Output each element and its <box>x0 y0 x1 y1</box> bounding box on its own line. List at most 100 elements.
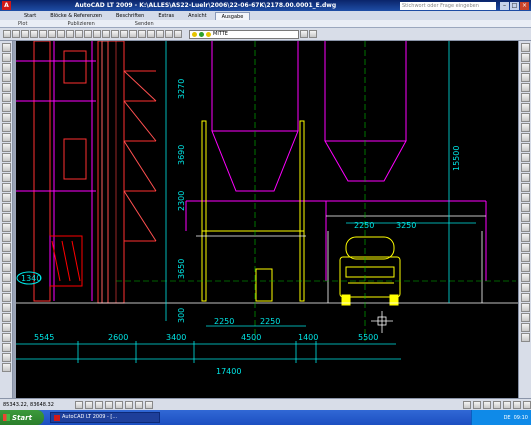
dimension-linear-icon[interactable] <box>520 43 530 52</box>
tab-ansicht[interactable]: Ansicht <box>182 12 212 20</box>
dimension-edit-icon[interactable] <box>520 213 530 222</box>
jogged-linear-icon[interactable] <box>520 203 530 212</box>
ellipse-arc-icon[interactable] <box>1 143 11 152</box>
tab-beschriften[interactable]: Beschriften <box>110 12 150 20</box>
erase-icon[interactable] <box>1 233 11 242</box>
dimension-jogged-icon[interactable] <box>520 93 530 102</box>
layer-previous-icon[interactable] <box>300 30 308 38</box>
gradient-icon[interactable] <box>1 193 11 202</box>
drawing-canvas[interactable]: 1340 5545 2600 3400 4500 1400 5500 2250 … <box>16 41 518 398</box>
zoom-in-icon[interactable] <box>520 253 530 262</box>
zoom-window-icon[interactable] <box>120 30 128 38</box>
pan-icon[interactable] <box>102 30 110 38</box>
lineweight-toggle-icon[interactable] <box>145 400 153 409</box>
stretch-icon[interactable] <box>1 313 11 322</box>
dimension-diameter-icon[interactable] <box>520 103 530 112</box>
tolerance-icon[interactable] <box>520 173 530 182</box>
dimension-aligned-icon[interactable] <box>520 53 530 62</box>
close-icon[interactable]: × <box>520 1 529 10</box>
ortho-toggle-icon[interactable] <box>95 400 103 409</box>
pan-status-icon[interactable] <box>473 400 481 409</box>
maximize-icon[interactable]: □ <box>510 1 519 10</box>
rectangle-icon[interactable] <box>1 83 11 92</box>
tab-ausgabe[interactable]: Ausgabe <box>214 11 251 20</box>
redo-icon[interactable] <box>93 30 101 38</box>
dimension-break-icon[interactable] <box>520 163 530 172</box>
center-mark-icon[interactable] <box>520 183 530 192</box>
taskbar-autocad-button[interactable]: AutoCAD LT 2009 - [... <box>50 412 160 423</box>
zoom-realtime-icon[interactable] <box>111 30 119 38</box>
zoom-previous-icon[interactable] <box>129 30 137 38</box>
clock[interactable]: 09:10 <box>514 415 528 421</box>
rotate-icon[interactable] <box>1 293 11 302</box>
snap-toggle-icon[interactable] <box>75 400 83 409</box>
copy-object-icon[interactable] <box>1 243 11 252</box>
point-icon[interactable] <box>1 173 11 182</box>
extend-icon[interactable] <box>1 333 11 342</box>
annotation-scale-icon[interactable] <box>493 400 501 409</box>
multiline-text-icon[interactable] <box>1 223 11 232</box>
break-icon[interactable] <box>1 343 11 352</box>
preview-icon[interactable] <box>39 30 47 38</box>
zoom-out-icon[interactable] <box>520 263 530 272</box>
revision-cloud-icon[interactable] <box>1 113 11 122</box>
text-style-icon[interactable] <box>520 333 530 342</box>
match-properties-icon[interactable] <box>75 30 83 38</box>
offset-icon[interactable] <box>1 263 11 272</box>
arc-icon[interactable] <box>1 93 11 102</box>
model-layout-icon[interactable] <box>463 400 471 409</box>
continue-dimension-icon[interactable] <box>520 143 530 152</box>
array-icon[interactable] <box>1 273 11 282</box>
move-icon[interactable] <box>1 283 11 292</box>
panel-plot[interactable]: Plot <box>18 21 27 27</box>
quick-dimension-icon[interactable] <box>520 123 530 132</box>
zoom-extents-icon[interactable] <box>520 243 530 252</box>
design-center-icon[interactable] <box>147 30 155 38</box>
trim-icon[interactable] <box>1 323 11 332</box>
dimension-radius-icon[interactable] <box>520 83 530 92</box>
zoom-all-icon[interactable] <box>520 273 530 282</box>
paste-icon[interactable] <box>66 30 74 38</box>
scale-icon[interactable] <box>1 303 11 312</box>
autocad-logo-icon[interactable]: A <box>2 1 11 10</box>
dimension-angular-icon[interactable] <box>520 113 530 122</box>
make-current-icon[interactable] <box>309 30 317 38</box>
start-button[interactable]: Start <box>0 410 44 425</box>
help-search-input[interactable]: Stichwort oder Frage eingeben <box>400 1 496 10</box>
fillet-icon[interactable] <box>1 353 11 362</box>
layer-manager-icon[interactable] <box>174 30 182 38</box>
dimension-update-icon[interactable] <box>520 233 530 242</box>
open-file-icon[interactable] <box>12 30 20 38</box>
lock-icon[interactable] <box>513 400 521 409</box>
inspection-icon[interactable] <box>520 193 530 202</box>
zoom-status-icon[interactable] <box>483 400 491 409</box>
tool-palettes-icon[interactable] <box>156 30 164 38</box>
hatch-icon[interactable] <box>1 183 11 192</box>
zoom-center-icon[interactable] <box>520 293 530 302</box>
explode-icon[interactable] <box>1 363 11 372</box>
minimize-icon[interactable]: – <box>500 1 509 10</box>
region-icon[interactable] <box>1 203 11 212</box>
zoom-object-icon[interactable] <box>520 283 530 292</box>
zoom-scale-icon[interactable] <box>520 313 530 322</box>
tab-start[interactable]: Start <box>18 12 42 20</box>
osnap-toggle-icon[interactable] <box>115 400 123 409</box>
panel-publizieren[interactable]: Publizieren <box>67 21 94 27</box>
make-block-icon[interactable] <box>1 163 11 172</box>
cut-icon[interactable] <box>48 30 56 38</box>
measure-icon[interactable] <box>520 323 530 332</box>
new-file-icon[interactable] <box>3 30 11 38</box>
undo-icon[interactable] <box>84 30 92 38</box>
dimension-ordinate-icon[interactable] <box>520 73 530 82</box>
workspace-icon[interactable] <box>503 400 511 409</box>
dyn-toggle-icon[interactable] <box>135 400 143 409</box>
mirror-icon[interactable] <box>1 253 11 262</box>
circle-icon[interactable] <box>1 103 11 112</box>
table-icon[interactable] <box>1 213 11 222</box>
polygon-icon[interactable] <box>1 73 11 82</box>
line-icon[interactable] <box>1 43 11 52</box>
baseline-dimension-icon[interactable] <box>520 133 530 142</box>
help-icon[interactable] <box>165 30 173 38</box>
construction-line-icon[interactable] <box>1 53 11 62</box>
dimension-arc-icon[interactable] <box>520 63 530 72</box>
